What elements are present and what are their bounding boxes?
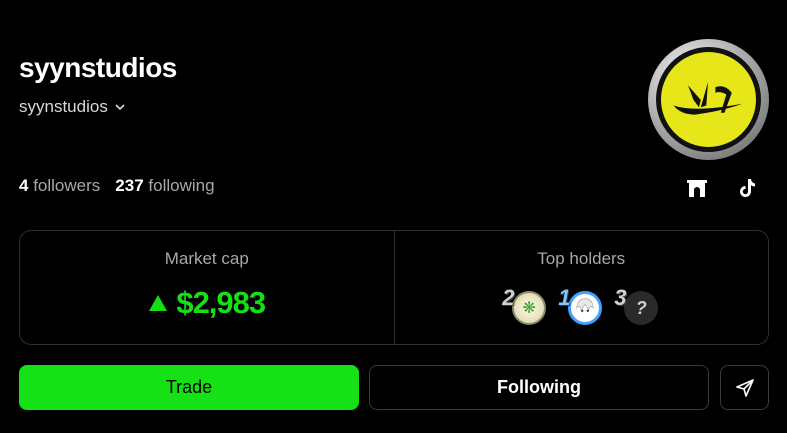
holder-pic: ? (624, 291, 659, 325)
triangle-up-icon (149, 295, 168, 311)
handle-label: syynstudios (19, 97, 108, 116)
following-count: 237 (115, 176, 144, 195)
top-holders-label: Top holders (537, 249, 626, 268)
holder-rank: 1 (558, 285, 571, 310)
trade-button[interactable]: Trade (19, 365, 359, 410)
gate-icon[interactable] (685, 176, 709, 200)
market-cap-label: Market cap (164, 249, 249, 268)
follow-stats: 4 followers 237 following (19, 176, 215, 196)
holders-list: ❋ 2 1 ? 3 (395, 285, 769, 329)
followers-link[interactable]: 4 followers (19, 176, 100, 196)
holder-rank: 3 (614, 285, 627, 310)
holder-pic: ❋ (512, 291, 547, 325)
logo-icon (672, 81, 743, 115)
holder-pic (568, 291, 603, 325)
stats-card: Market cap $2,983 Top holders ❋ 2 1 ? 3 (19, 230, 769, 345)
holder-avatar[interactable]: ? 3 (614, 285, 659, 329)
holder-avatar[interactable]: ❋ 2 (502, 285, 547, 329)
holder-avatar[interactable]: 1 (558, 285, 603, 329)
share-button[interactable] (720, 365, 769, 410)
avatar-logo (656, 47, 761, 152)
following-link[interactable]: 237 following (115, 176, 214, 196)
following-button[interactable]: Following (369, 365, 709, 410)
followers-label: followers (33, 176, 101, 195)
send-icon (735, 378, 754, 397)
following-label: following (148, 176, 215, 195)
top-holders-section: Top holders ❋ 2 1 ? 3 (393, 231, 769, 344)
followers-count: 4 (19, 176, 29, 195)
market-cap-value-row: $2,983 (20, 285, 394, 321)
profile-title: syynstudios (19, 52, 177, 83)
anime-avatar-icon (573, 295, 598, 321)
chevron-down-icon (115, 104, 125, 111)
tiktok-icon[interactable] (735, 176, 759, 200)
handle-dropdown[interactable]: syynstudios (19, 97, 126, 117)
market-cap-section[interactable]: Market cap $2,983 (20, 231, 394, 344)
avatar[interactable] (648, 39, 769, 160)
market-cap-value: $2,983 (176, 285, 266, 320)
holder-rank: 2 (502, 285, 515, 310)
